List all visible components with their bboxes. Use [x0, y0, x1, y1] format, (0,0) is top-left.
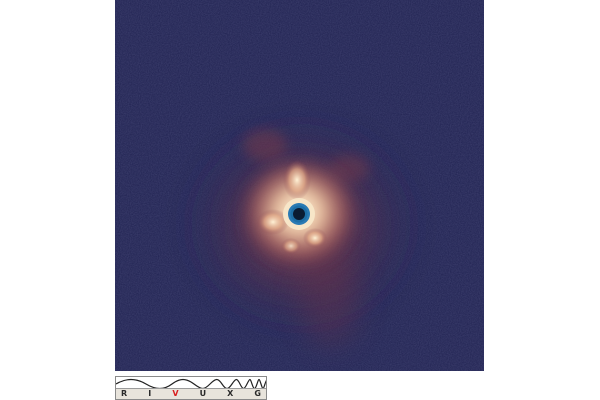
band-i: I: [148, 389, 152, 398]
band-x: X: [227, 389, 234, 398]
band-v-highlighted: V: [172, 389, 179, 398]
star-center: [293, 208, 305, 220]
lobe-top: [283, 160, 311, 200]
spectrum-band-indicator: R I V U X G: [115, 376, 267, 400]
band-letter-row: R I V U X G: [116, 388, 266, 399]
astronomical-image: [115, 0, 484, 371]
faint-wisp-left: [243, 129, 287, 161]
star-image-svg: [115, 0, 484, 371]
lobe-bottom: [281, 238, 301, 254]
band-r: R: [121, 389, 128, 398]
band-g: G: [254, 389, 261, 398]
figure: R I V U X G: [0, 0, 600, 400]
lobe-right: [303, 228, 327, 248]
band-u: U: [199, 389, 207, 398]
